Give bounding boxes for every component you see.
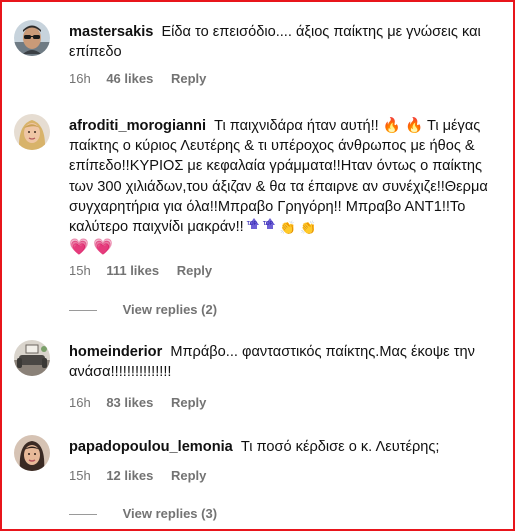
woman-with-dark-hair-icon [14,435,50,471]
comment-username[interactable]: papadopoulou_lemonia [69,439,233,455]
man-with-sunglasses-icon [14,20,50,56]
comment-meta: 15h 12 likes Reply [69,467,206,485]
top-icon: TOP [263,218,276,234]
reply-button[interactable]: Reply [177,263,212,278]
avatar[interactable] [14,114,50,150]
comment-meta: 15h 111 likes Reply [69,262,212,280]
comment-likes[interactable]: 12 likes [106,468,153,483]
comment-time: 16h [69,395,91,410]
reply-button[interactable]: Reply [171,395,206,410]
comment-meta: 16h 83 likes Reply [69,394,206,412]
comment-username[interactable]: afroditi_morogianni [69,118,206,134]
comments-panel: mastersakis Είδα το επεισόδιο.... άξιος … [0,0,515,531]
comment-body: Τι παιχνιδάρα ήταν αυτή!! 🔥 🔥 Τι μέγας π… [69,118,488,236]
comment-username[interactable]: homeinderior [69,344,162,360]
comment-username[interactable]: mastersakis [69,24,153,40]
comment-meta: 16h 46 likes Reply [69,70,206,88]
top-icon: TOP [247,218,260,234]
comment-body: Τι ποσό κέρδισε ο κ. Λευτέρης; [240,439,440,455]
view-replies-label: View replies (3) [122,506,218,521]
clapping-hands-icon: 👏 [279,220,297,236]
view-replies-button[interactable]: View replies (2) [69,301,217,319]
replies-divider-line [69,310,97,312]
reply-button[interactable]: Reply [171,71,206,86]
comment-likes[interactable]: 46 likes [106,71,153,86]
comment-text: papadopoulou_lemonia Τι ποσό κέρδισε ο κ… [69,437,499,457]
comment-likes[interactable]: 111 likes [106,263,159,278]
avatar[interactable] [14,435,50,471]
comment-time: 15h [69,468,91,483]
avatar[interactable] [14,20,50,56]
blonde-woman-icon [14,114,50,150]
comment-likes[interactable]: 83 likes [106,395,153,410]
living-room-icon [14,340,50,376]
replies-divider-line [69,514,97,516]
comment-time: 16h [69,71,91,86]
avatar[interactable] [14,340,50,376]
comment-text: homeinderior Μπράβο... φανταστικός παίκτ… [69,342,499,382]
heart-icon: 💗 [69,239,89,257]
comment-text: mastersakis Είδα το επεισόδιο.... άξιος … [69,22,499,62]
view-replies-label: View replies (2) [122,302,218,317]
clapping-hands-icon: 👏 [300,220,317,236]
reply-button[interactable]: Reply [171,468,206,483]
comment-time: 15h [69,263,91,278]
comment-text: afroditi_morogianni Τι παιχνιδάρα ήταν α… [69,116,499,257]
view-replies-button[interactable]: View replies (3) [69,505,217,523]
heart-icon: 💗 [92,239,113,257]
